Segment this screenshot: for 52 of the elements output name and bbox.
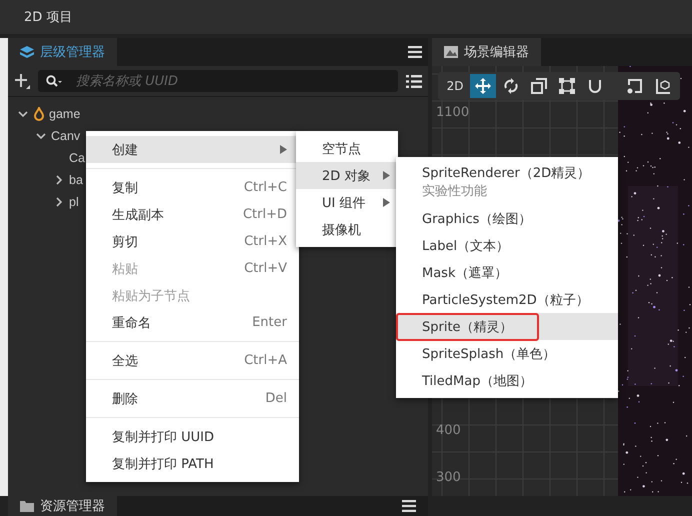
rotate-icon xyxy=(503,78,519,94)
pivot-icon xyxy=(627,78,643,94)
folder-icon xyxy=(20,500,34,512)
add-icon[interactable] xyxy=(14,73,30,89)
menu-item[interactable]: SpriteSplash（单色） xyxy=(396,340,618,367)
menu-item[interactable]: 复制并打印 PATH xyxy=(86,450,299,477)
list-icon[interactable] xyxy=(406,74,422,88)
ruler-label: 400 xyxy=(436,422,461,438)
menu-icon[interactable] xyxy=(402,500,416,512)
menu-item[interactable]: 全选 Ctrl+A xyxy=(86,347,299,374)
scale-icon xyxy=(531,78,547,94)
flame-icon xyxy=(33,107,45,121)
menu-item[interactable]: 摄像机 xyxy=(296,216,398,243)
menu-item[interactable]: SpriteRenderer（2D精灵） 实验性功能 xyxy=(396,161,618,205)
menu-item[interactable]: 重命名 Enter xyxy=(86,309,299,336)
menu-item[interactable]: Graphics（绘图） xyxy=(396,205,618,232)
menu-item[interactable]: 复制并打印 UUID xyxy=(86,423,299,450)
ruler-label: 1100 xyxy=(436,104,470,120)
rect-tool-icon xyxy=(559,78,575,94)
menu-item[interactable]: 生成副本 Ctrl+D xyxy=(86,201,299,228)
tree-node-label[interactable]: ba xyxy=(69,173,83,187)
tree-node-label[interactable]: pl xyxy=(69,195,79,209)
menu-item[interactable]: UI 组件 xyxy=(296,189,398,216)
layers-icon xyxy=(20,46,34,58)
menu-item[interactable]: Mask（遮罩） xyxy=(396,259,618,286)
move-tool-button[interactable] xyxy=(470,74,496,98)
menu-icon[interactable] xyxy=(408,46,422,58)
menu-item[interactable]: ParticleSystem2D（粒子） xyxy=(396,286,618,313)
mode-button[interactable]: 2D xyxy=(442,74,468,98)
move-icon xyxy=(475,78,491,94)
tree-node-label[interactable]: Ca xyxy=(69,151,85,165)
menu-item[interactable]: Sprite（精灵） xyxy=(396,313,618,340)
menu-item[interactable]: Label（文本） xyxy=(396,232,618,259)
cube-icon xyxy=(655,78,671,94)
menu-item[interactable]: 2D 对象 xyxy=(296,162,398,189)
panel-tab[interactable]: 资源管理器 xyxy=(8,496,117,516)
tree-node-label[interactable]: Canv xyxy=(51,129,80,143)
panel-tab[interactable]: 场景编辑器 xyxy=(432,38,541,66)
window-title: 2D 项目 xyxy=(24,9,72,26)
menu-item[interactable]: 复制 Ctrl+C xyxy=(86,174,299,201)
tree-node-label[interactable]: game xyxy=(49,107,80,121)
search-icon xyxy=(46,75,62,88)
menu-item[interactable]: 删除 Del xyxy=(86,385,299,412)
menu-item[interactable]: 剪切 Ctrl+X xyxy=(86,228,299,255)
magnet-icon xyxy=(588,78,602,94)
search-field[interactable]: 搜索名称或 UUID xyxy=(38,70,398,92)
ruler-label: 300 xyxy=(436,470,461,486)
menu-item[interactable]: TiledMap（地图） xyxy=(396,367,618,394)
image-icon xyxy=(444,46,458,58)
menu-item[interactable]: 创建 xyxy=(86,136,299,163)
panel-tab[interactable]: 层级管理器 xyxy=(8,38,117,66)
menu-item[interactable]: 空节点 xyxy=(296,135,398,162)
